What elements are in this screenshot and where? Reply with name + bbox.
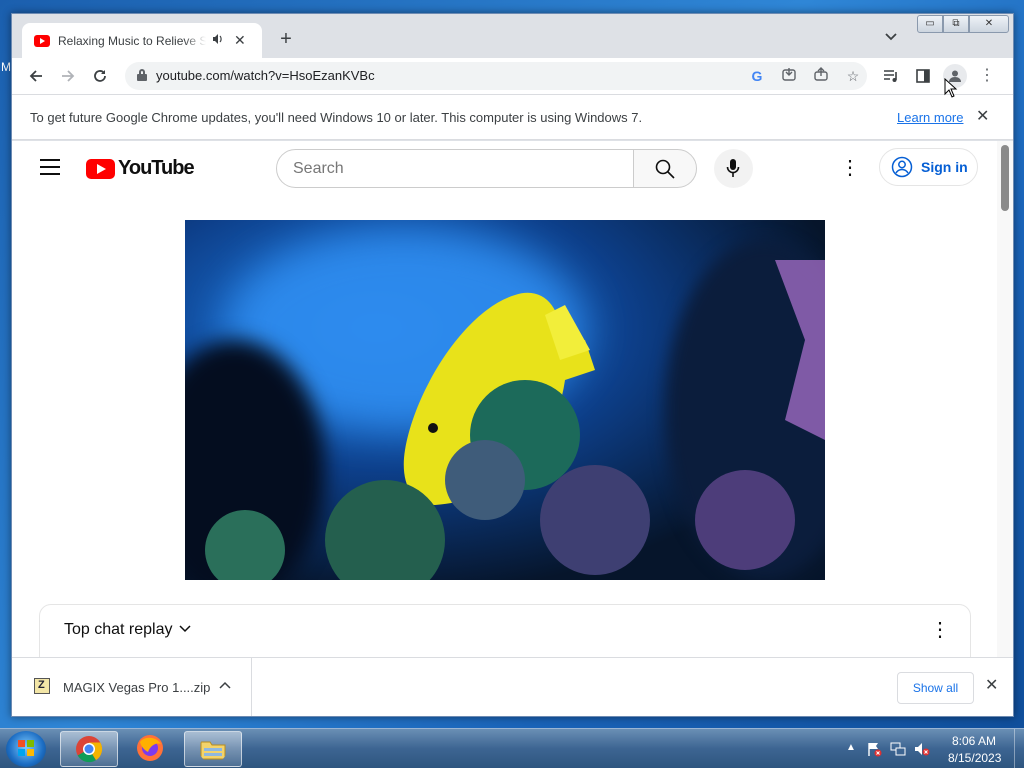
folder-icon [200,741,226,760]
fish-scene [205,260,825,580]
show-desktop-button[interactable] [1014,729,1024,768]
windows-logo-icon [18,740,34,756]
network-icon[interactable] [890,741,906,757]
scrollbar-thumb[interactable] [1001,145,1009,211]
youtube-play-icon [86,158,115,179]
voice-search-button[interactable] [714,149,753,188]
side-panel-icon[interactable] [911,64,935,88]
taskbar-explorer[interactable] [184,731,242,767]
back-button[interactable] [24,64,48,88]
mouse-pointer-icon [944,78,958,98]
learn-more-link[interactable]: Learn more [897,110,963,125]
clock-date[interactable]: 8/15/2023 [948,751,1001,765]
taskbar-firefox[interactable] [122,731,180,767]
live-chat-panel: Top chat replay ⋮ [39,604,971,657]
speaker-icon[interactable] [212,33,224,48]
video-player[interactable] [185,220,825,580]
new-tab-button[interactable]: + [274,28,298,51]
tab-search-button[interactable] [885,30,897,44]
download-file-name: MAGIX Vegas Pro 1....zip [63,680,211,695]
page-scrollbar[interactable] [997,141,1013,657]
google-lens-icon[interactable]: G [747,66,767,86]
coral-cluster [540,465,650,575]
windows-taskbar: ▲ 8:06 AM 8/15/2023 [0,728,1024,768]
update-infobar: To get future Google Chrome updates, you… [12,94,1013,140]
sign-in-label: Sign in [921,159,968,175]
infobar-close-icon[interactable]: ✕ [976,106,989,126]
coral-cluster [445,440,525,520]
minimize-button[interactable]: ▭ [917,15,943,33]
youtube-logo[interactable]: YouTube [86,157,195,180]
download-item[interactable]: MAGIX Vegas Pro 1....zip [12,658,252,716]
download-shelf: MAGIX Vegas Pro 1....zip Show all ✕ [12,657,1013,716]
youtube-logo-text: YouTube [118,157,195,179]
search-icon [655,159,675,179]
install-app-icon[interactable] [779,66,799,86]
chrome-window: Relaxing Music to Relieve Stress ✕ + ▭ ⧉… [11,13,1014,717]
address-bar[interactable]: youtube.com/watch?v=HsoEzanKVBc G ☆ [125,62,867,90]
microphone-icon [726,159,740,177]
forward-button[interactable] [56,64,80,88]
youtube-favicon-icon [34,34,50,47]
guide-menu-icon[interactable] [40,159,60,175]
browser-toolbar: youtube.com/watch?v=HsoEzanKVBc G ☆ ⋮ [12,58,1013,94]
tab-close-icon[interactable]: ✕ [234,32,246,49]
sign-in-button[interactable]: Sign in [879,148,978,186]
share-icon[interactable] [811,66,831,86]
volume-muted-icon[interactable] [914,741,930,757]
media-controls-icon[interactable] [879,64,903,88]
start-button[interactable] [6,731,46,767]
show-all-button[interactable]: Show all [897,672,974,704]
account-circle-icon [891,156,913,178]
reload-button[interactable] [88,64,112,88]
chrome-menu-icon[interactable]: ⋮ [975,64,999,88]
firefox-icon [137,735,163,761]
chevron-up-icon[interactable] [219,676,231,692]
coral-cluster [205,510,285,580]
chat-mode-selector[interactable]: Top chat replay [64,621,173,639]
chevron-down-icon[interactable] [179,622,191,636]
browser-tab[interactable]: Relaxing Music to Relieve Stress ✕ [22,23,262,58]
fish-eye [428,423,438,433]
desktop-icon-label: M [1,60,11,74]
tab-strip: Relaxing Music to Relieve Stress ✕ + ▭ ⧉… [12,14,1013,58]
taskbar-chrome[interactable] [60,731,118,767]
search-box[interactable] [276,149,634,188]
tab-title: Relaxing Music to Relieve Stress [58,33,206,48]
bookmark-star-icon[interactable]: ☆ [843,66,863,86]
download-shelf-close-icon[interactable]: ✕ [985,675,998,695]
purple-coral [775,260,825,440]
settings-kebab-icon[interactable]: ⋮ [838,155,862,181]
search-input[interactable] [293,160,613,178]
infobar-message: To get future Google Chrome updates, you… [30,110,643,125]
coral-cluster [695,470,795,570]
search-button[interactable] [633,149,697,188]
clock-time[interactable]: 8:06 AM [952,734,996,748]
chat-more-icon[interactable]: ⋮ [930,617,950,642]
maximize-button[interactable]: ⧉ [943,15,969,33]
window-close-button[interactable]: ✕ [969,15,1009,33]
url-text[interactable]: youtube.com/watch?v=HsoEzanKVBc [156,68,375,83]
action-center-flag-icon[interactable] [866,741,882,757]
tray-expand-icon[interactable]: ▲ [846,742,856,753]
chrome-icon [76,736,103,763]
lock-icon[interactable] [137,69,147,81]
zip-file-icon [34,678,50,694]
youtube-page: YouTube ⋮ Sign in [12,141,1013,657]
